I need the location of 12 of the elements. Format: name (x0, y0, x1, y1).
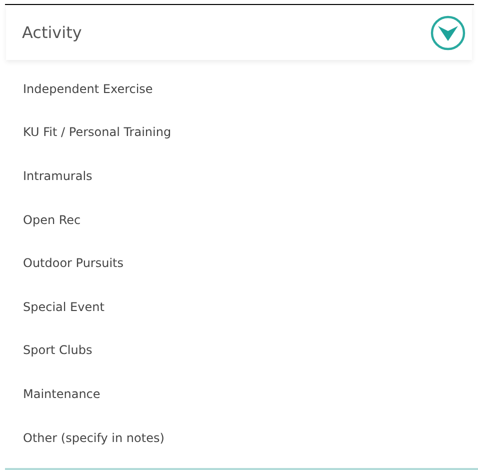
dropdown-header[interactable]: Activity (6, 5, 472, 60)
option-item[interactable]: Outdoor Pursuits (23, 254, 124, 272)
option-item[interactable]: KU Fit / Personal Training (23, 123, 172, 142)
option-item[interactable]: Sport Clubs (23, 341, 92, 360)
dropdown-label: Activity (22, 22, 82, 44)
option-item[interactable]: Intramurals (23, 166, 92, 185)
option-item[interactable]: Special Event (23, 298, 104, 316)
option-item[interactable]: Maintenance (23, 384, 100, 403)
chevron-down-icon[interactable] (430, 14, 466, 50)
option-item[interactable]: Open Rec (23, 210, 81, 229)
option-item[interactable]: Other (specify in notes) (23, 428, 164, 447)
option-item[interactable]: Independent Exercise (23, 80, 153, 98)
